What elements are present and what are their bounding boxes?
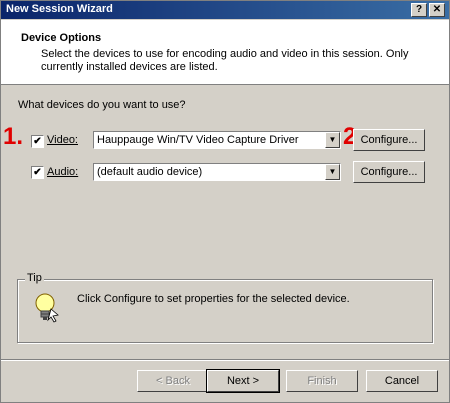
audio-device-select[interactable]: (default audio device) ▼ bbox=[93, 163, 341, 181]
back-button[interactable]: < Back bbox=[137, 370, 209, 392]
page-description: Select the devices to use for encoding a… bbox=[41, 48, 409, 73]
video-checkbox[interactable]: ✔ bbox=[31, 135, 44, 148]
audio-device-value: (default audio device) bbox=[97, 166, 203, 178]
footer-divider bbox=[1, 359, 449, 361]
tip-label: Tip bbox=[25, 272, 44, 284]
window-title: New Session Wizard bbox=[6, 3, 113, 15]
close-icon[interactable]: ✕ bbox=[429, 3, 445, 17]
video-configure-button[interactable]: Configure... bbox=[353, 129, 425, 151]
lightbulb-icon bbox=[31, 291, 59, 323]
wizard-window: New Session Wizard ? ✕ Device Options Se… bbox=[0, 0, 450, 403]
chevron-down-icon[interactable]: ▼ bbox=[325, 164, 340, 180]
finish-button[interactable]: Finish bbox=[286, 370, 358, 392]
tip-text: Click Configure to set properties for th… bbox=[77, 293, 350, 305]
tip-group bbox=[17, 279, 433, 343]
page-title: Device Options bbox=[21, 32, 102, 44]
annotation-number-1: 1. bbox=[3, 123, 24, 150]
video-device-value: Hauppauge Win/TV Video Capture Driver bbox=[97, 134, 299, 146]
audio-label: Audio: bbox=[47, 166, 79, 178]
next-button[interactable]: Next > bbox=[206, 369, 280, 393]
video-label: Video: bbox=[47, 134, 78, 146]
title-bar[interactable]: New Session Wizard ? ✕ bbox=[1, 1, 449, 19]
devices-question: What devices do you want to use? bbox=[18, 99, 186, 111]
wizard-header: Device Options Select the devices to use… bbox=[1, 20, 449, 85]
video-device-select[interactable]: Hauppauge Win/TV Video Capture Driver ▼ bbox=[93, 131, 341, 149]
chevron-down-icon[interactable]: ▼ bbox=[325, 132, 340, 148]
audio-checkbox[interactable]: ✔ bbox=[31, 166, 44, 179]
audio-configure-button[interactable]: Configure... bbox=[353, 161, 425, 183]
help-icon[interactable]: ? bbox=[411, 3, 427, 17]
cancel-button[interactable]: Cancel bbox=[366, 370, 438, 392]
